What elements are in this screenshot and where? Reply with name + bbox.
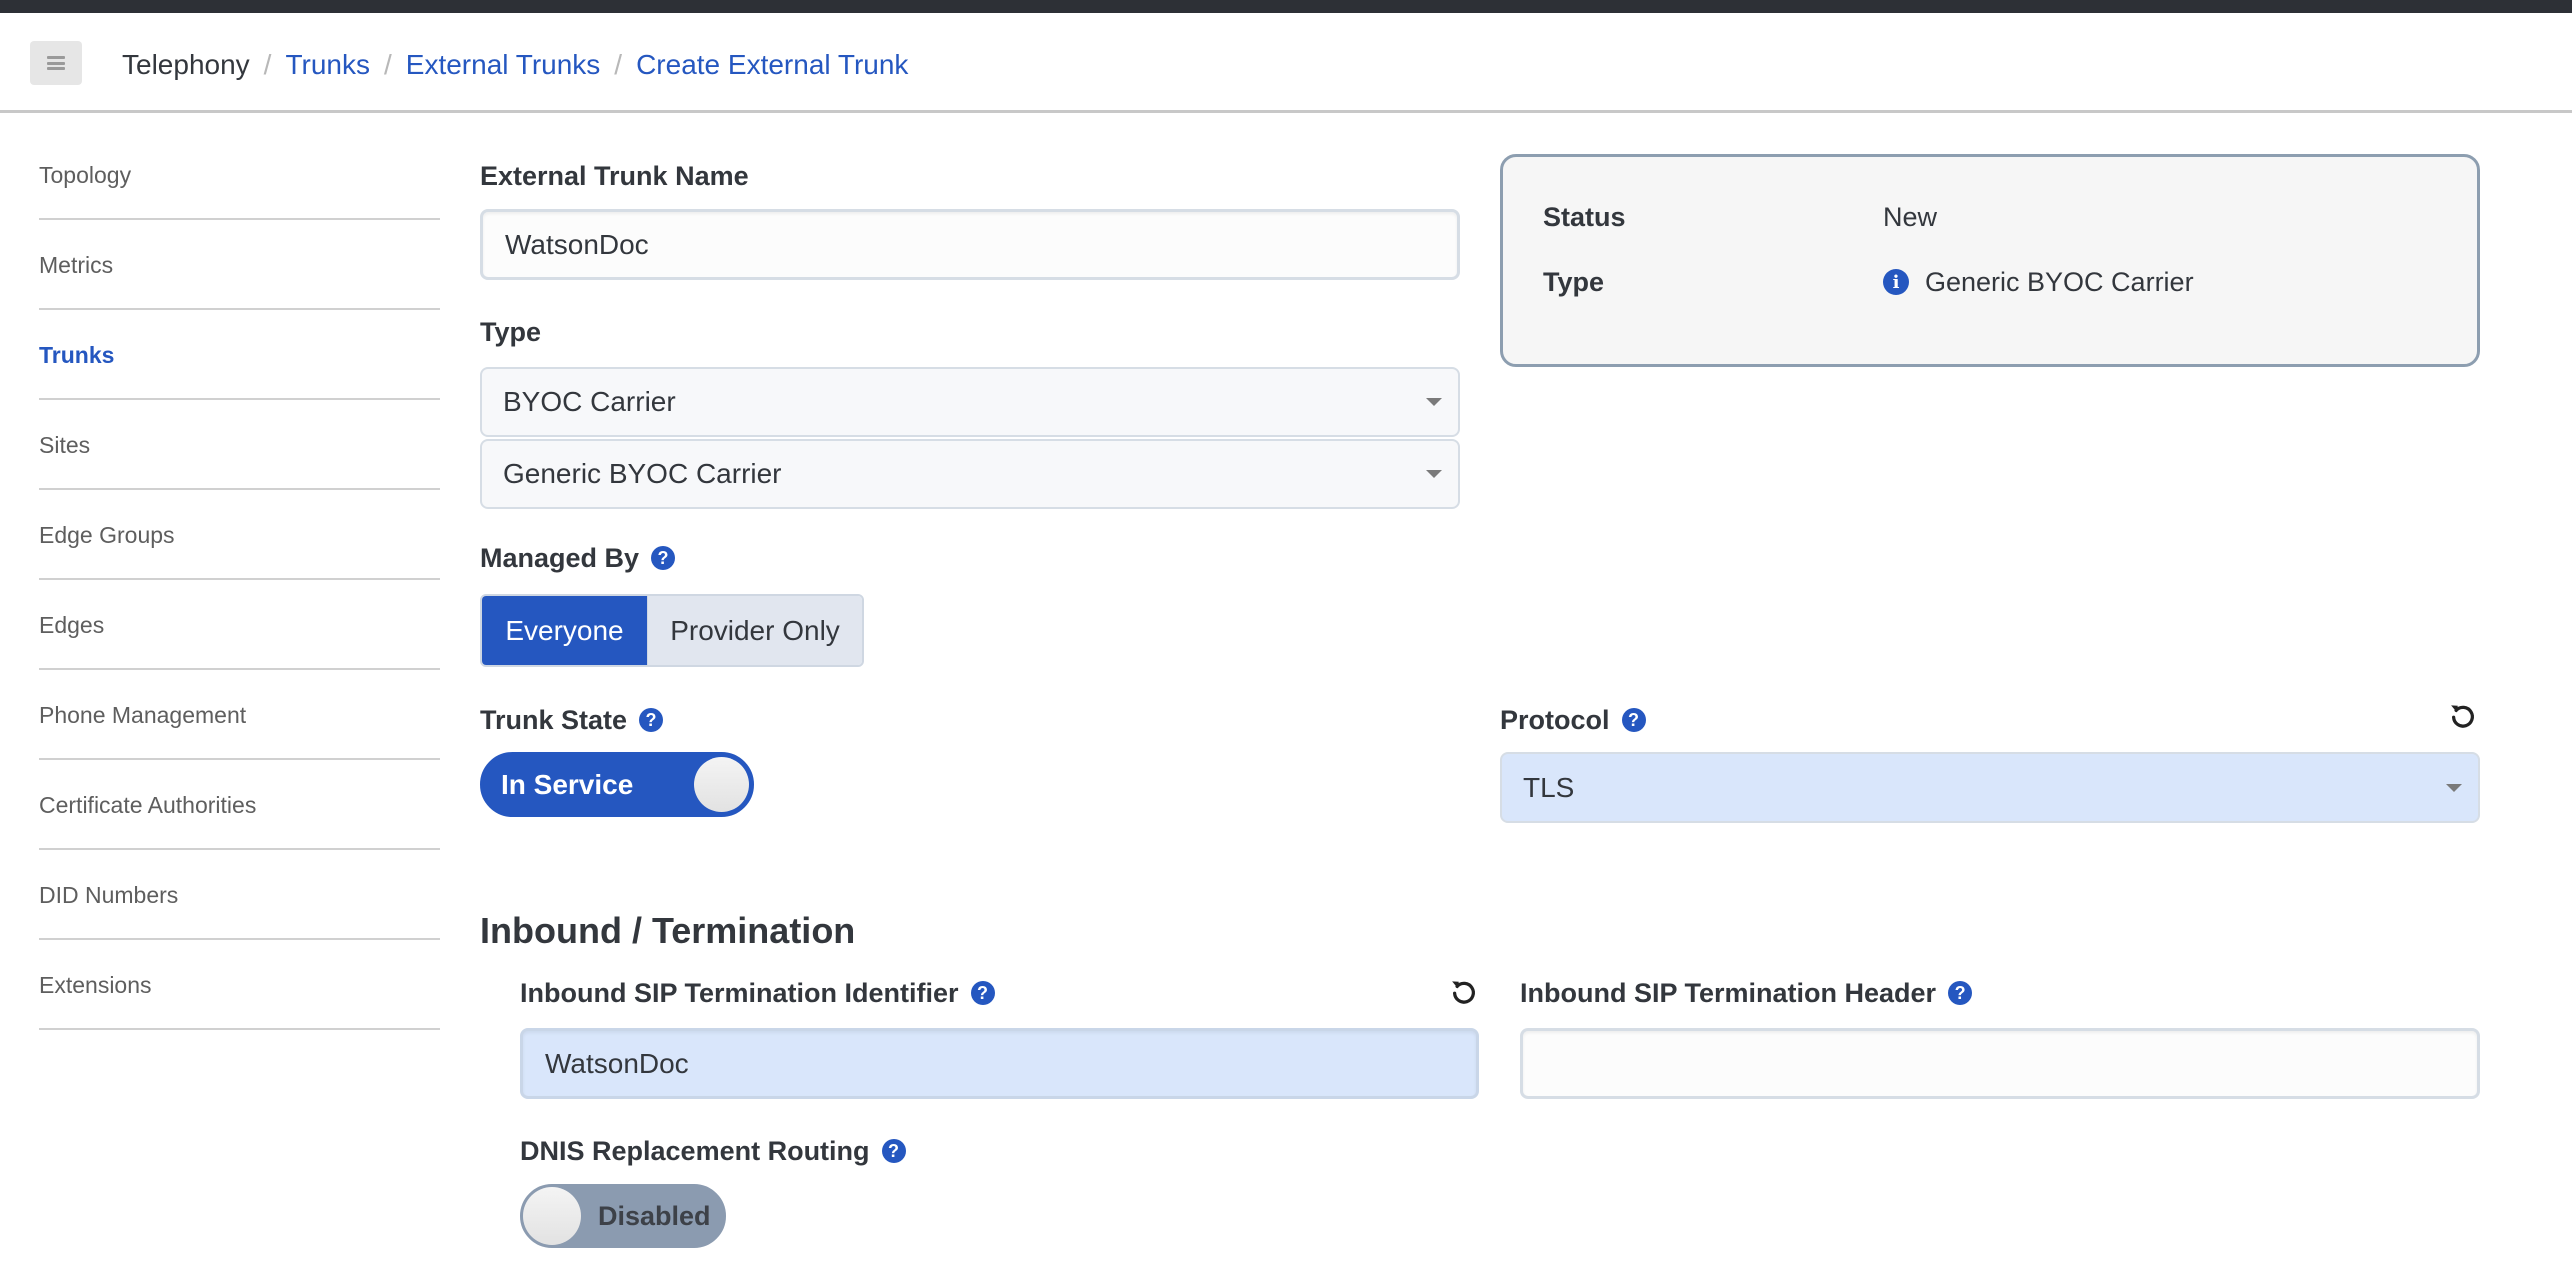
breadcrumb-trunks[interactable]: Trunks bbox=[285, 49, 370, 81]
sidebar-item-metrics[interactable]: Metrics bbox=[39, 220, 440, 310]
termination-identifier-label: Inbound SIP Termination Identifier ? bbox=[520, 975, 995, 1011]
sidebar-item-sites[interactable]: Sites bbox=[39, 400, 440, 490]
managed-by-toggle-group: Everyone Provider Only bbox=[480, 594, 864, 667]
breadcrumb-external-trunks[interactable]: External Trunks bbox=[406, 49, 601, 81]
subtype-select[interactable]: Generic BYOC Carrier bbox=[480, 439, 1460, 509]
chevron-down-icon bbox=[2446, 783, 2462, 792]
trunk-name-input[interactable]: WatsonDoc bbox=[480, 209, 1460, 280]
trunk-state-label: Trunk State ? bbox=[480, 702, 664, 738]
managed-by-label-text: Managed By bbox=[480, 542, 640, 573]
sidebar: Topology Metrics Trunks Sites Edge Group… bbox=[39, 130, 440, 1030]
termination-header-label: Inbound SIP Termination Header ? bbox=[1520, 975, 1973, 1011]
reset-icon[interactable] bbox=[2448, 701, 2478, 731]
breadcrumb-separator: / bbox=[263, 49, 272, 80]
status-panel: Status New Type i Generic BYOC Carrier bbox=[1500, 154, 2480, 367]
trunk-state-label-text: Trunk State bbox=[480, 704, 628, 735]
termination-header-input[interactable] bbox=[1520, 1028, 2480, 1099]
termination-identifier-label-text: Inbound SIP Termination Identifier bbox=[520, 977, 959, 1008]
breadcrumb-telephony: Telephony bbox=[122, 49, 250, 80]
help-icon[interactable]: ? bbox=[639, 708, 664, 732]
inbound-section-title: Inbound / Termination bbox=[480, 910, 856, 951]
dnis-routing-toggle-label: Disabled bbox=[598, 1200, 711, 1231]
chevron-down-icon bbox=[1426, 398, 1442, 406]
sidebar-item-trunks[interactable]: Trunks bbox=[39, 310, 440, 400]
type-label: Type bbox=[480, 314, 541, 350]
page-header: Telephony / Trunks / External Trunks / C… bbox=[0, 13, 2572, 113]
help-icon[interactable]: ? bbox=[881, 1139, 906, 1163]
trunk-name-label-text: External Trunk Name bbox=[480, 160, 749, 191]
hamburger-icon bbox=[47, 56, 65, 70]
info-icon[interactable]: i bbox=[1883, 269, 1909, 295]
help-icon[interactable]: ? bbox=[1621, 708, 1646, 732]
trunk-state-toggle[interactable]: In Service bbox=[480, 752, 754, 817]
status-value: New bbox=[1883, 201, 1938, 232]
type-row: Type i Generic BYOC Carrier bbox=[1543, 262, 2194, 302]
type-select-value: BYOC Carrier bbox=[503, 386, 676, 417]
toggle-knob bbox=[694, 757, 749, 812]
help-icon[interactable]: ? bbox=[1948, 981, 1973, 1005]
managed-by-label: Managed By ? bbox=[480, 540, 676, 576]
reset-icon[interactable] bbox=[1449, 977, 1479, 1007]
subtype-select-value: Generic BYOC Carrier bbox=[503, 458, 782, 489]
trunk-state-toggle-label: In Service bbox=[501, 768, 634, 800]
status-key: Status bbox=[1543, 201, 1626, 232]
managed-by-everyone-button[interactable]: Everyone bbox=[482, 596, 647, 665]
type-value-wrap: i Generic BYOC Carrier bbox=[1883, 267, 2194, 298]
help-icon[interactable]: ? bbox=[651, 546, 676, 570]
sidebar-item-certificate-authorities[interactable]: Certificate Authorities bbox=[39, 760, 440, 850]
dnis-routing-label: DNIS Replacement Routing ? bbox=[520, 1133, 906, 1169]
trunk-name-label: External Trunk Name bbox=[480, 158, 749, 194]
termination-header-label-text: Inbound SIP Termination Header bbox=[1520, 977, 1937, 1008]
dnis-routing-toggle[interactable]: Disabled bbox=[520, 1184, 726, 1248]
help-icon[interactable]: ? bbox=[970, 981, 995, 1005]
dnis-routing-label-text: DNIS Replacement Routing bbox=[520, 1135, 870, 1166]
breadcrumb-create-external-trunk[interactable]: Create External Trunk bbox=[636, 49, 908, 81]
chevron-down-icon bbox=[1426, 470, 1442, 478]
sidebar-item-topology[interactable]: Topology bbox=[39, 130, 440, 220]
toggle-knob bbox=[523, 1187, 581, 1245]
protocol-label-text: Protocol bbox=[1500, 704, 1610, 735]
termination-identifier-input[interactable]: WatsonDoc bbox=[520, 1028, 1479, 1099]
breadcrumb-separator: / bbox=[614, 49, 623, 80]
sidebar-item-phone-management[interactable]: Phone Management bbox=[39, 670, 440, 760]
breadcrumb-separator: / bbox=[383, 49, 392, 80]
protocol-select-value: TLS bbox=[1523, 771, 1575, 803]
sidebar-item-did-numbers[interactable]: DID Numbers bbox=[39, 850, 440, 940]
managed-by-provider-only-button[interactable]: Provider Only bbox=[647, 596, 862, 665]
sidebar-item-extensions[interactable]: Extensions bbox=[39, 940, 440, 1030]
protocol-label: Protocol ? bbox=[1500, 702, 1646, 738]
type-value: Generic BYOC Carrier bbox=[1925, 266, 2194, 297]
type-select[interactable]: BYOC Carrier bbox=[480, 367, 1460, 437]
menu-toggle-button[interactable] bbox=[30, 41, 82, 85]
type-label-text: Type bbox=[480, 316, 542, 347]
sidebar-item-edges[interactable]: Edges bbox=[39, 580, 440, 670]
type-key: Type bbox=[1543, 266, 1605, 297]
status-row: Status New bbox=[1543, 197, 1937, 237]
protocol-select[interactable]: TLS bbox=[1500, 752, 2480, 823]
sidebar-item-edge-groups[interactable]: Edge Groups bbox=[39, 490, 440, 580]
breadcrumb: Telephony / Trunks / External Trunks / C… bbox=[122, 45, 908, 85]
top-bar bbox=[0, 0, 2572, 13]
